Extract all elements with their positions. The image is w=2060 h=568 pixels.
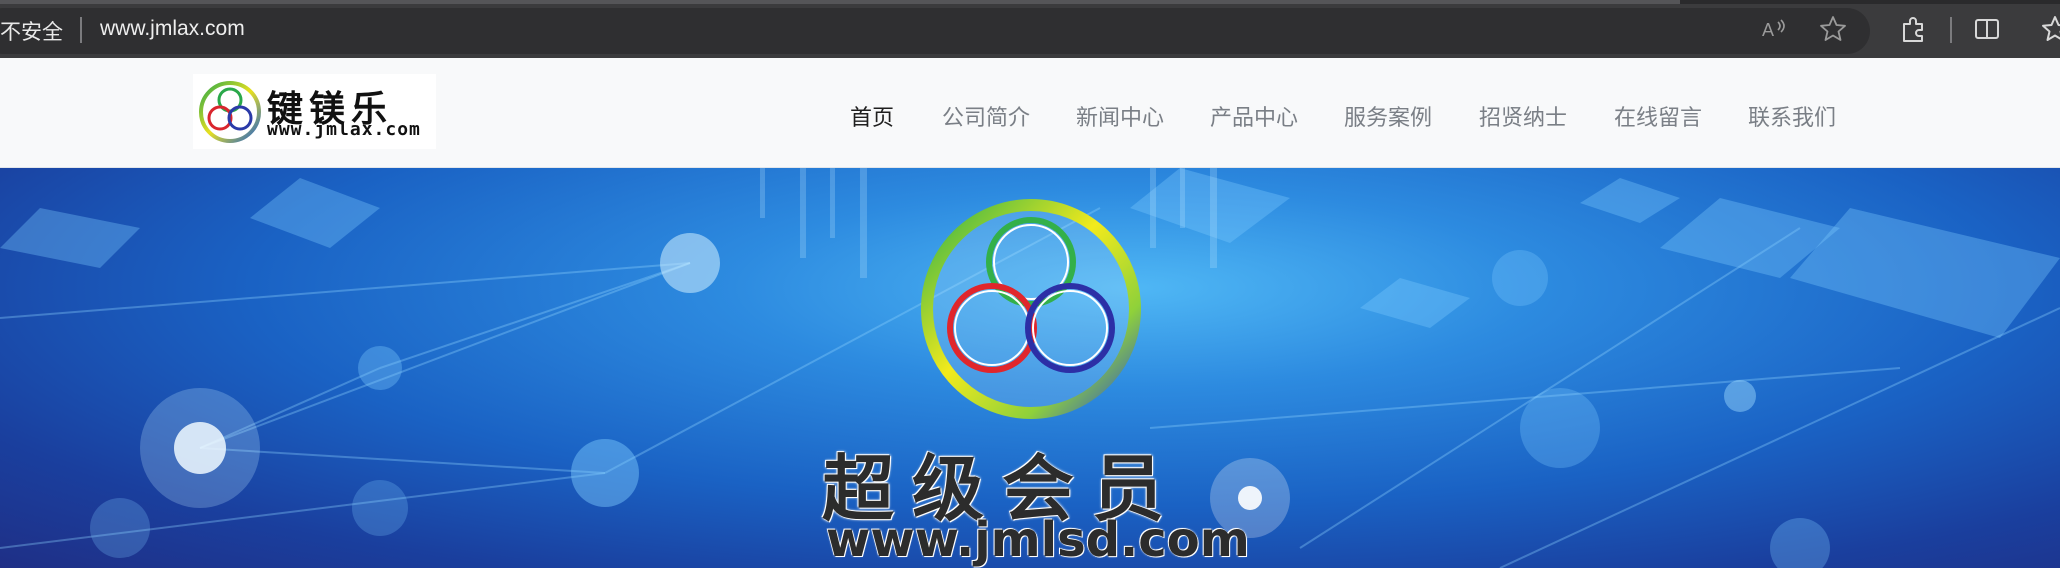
main-nav: 首页 公司简介 新闻中心 产品中心 服务案例 招贤纳士 在线留言 联系我们	[0, 58, 2060, 167]
security-indicator[interactable]: 不安全	[0, 16, 63, 46]
extensions-icon[interactable]	[1898, 14, 1928, 44]
nav-item-home[interactable]: 首页	[850, 100, 894, 132]
active-tab-edge[interactable]	[0, 0, 1680, 4]
banner-logo-rings-icon	[921, 199, 1141, 419]
toolbar-separator	[1950, 17, 1952, 43]
split-screen-icon[interactable]	[1972, 14, 2002, 44]
tab-strip	[0, 0, 2060, 4]
nav-item-news[interactable]: 新闻中心	[1076, 100, 1164, 132]
hero-banner[interactable]: 超级会员 www.jmlsd.com	[0, 168, 2060, 568]
nav-item-careers[interactable]: 招贤纳士	[1479, 100, 1567, 132]
site-header: 键镁乐 www.jmlax.com 首页 公司简介 新闻中心 产品中心 服务案例…	[0, 58, 2060, 168]
banner-url: www.jmlsd.com	[826, 512, 1250, 568]
read-aloud-icon[interactable]: A	[1759, 14, 1789, 44]
nav-item-about[interactable]: 公司简介	[942, 100, 1030, 132]
svg-text:A: A	[1762, 20, 1774, 40]
nav-item-cases[interactable]: 服务案例	[1344, 100, 1432, 132]
url-text[interactable]: www.jmlax.com	[100, 17, 245, 41]
address-separator	[80, 17, 82, 43]
nav-item-contact[interactable]: 联系我们	[1748, 100, 1836, 132]
nav-item-message[interactable]: 在线留言	[1614, 100, 1702, 132]
nav-item-products[interactable]: 产品中心	[1210, 100, 1298, 132]
address-bar[interactable]	[0, 8, 1870, 54]
favorite-star-icon[interactable]	[1818, 14, 1848, 44]
browser-toolbar: 不安全 www.jmlax.com A	[0, 0, 2060, 58]
favorites-icon[interactable]	[2040, 14, 2060, 44]
